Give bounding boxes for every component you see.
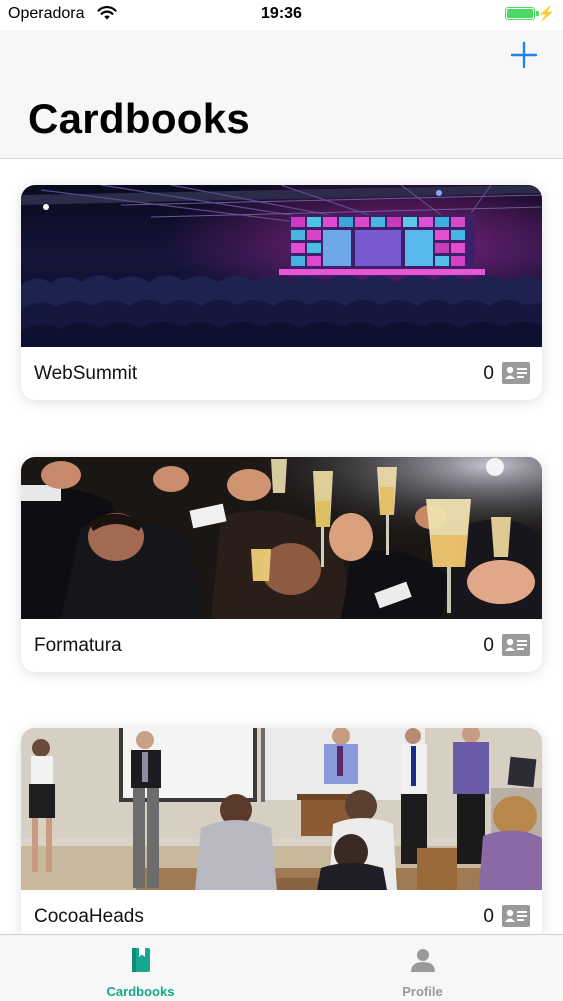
status-bar: Operadora 19:36 ⚡ [0, 0, 563, 30]
tab-label: Profile [402, 984, 443, 999]
charging-icon: ⚡ [537, 5, 555, 21]
card-count: 0 [483, 363, 494, 384]
plus-icon [510, 41, 538, 69]
cardbook-list[interactable]: WebSummit 0 Formatura 0 CocoaHeads 0 [0, 159, 563, 934]
card-footer: WebSummit 0 [21, 347, 542, 400]
person-icon [410, 949, 435, 972]
cardbook-card-websummit[interactable]: WebSummit 0 [21, 185, 542, 400]
tab-profile[interactable]: Profile [282, 935, 563, 1001]
cardbook-name: Formatura [34, 635, 122, 656]
contact-card-icon [502, 634, 530, 656]
navigation-header: Cardbooks [0, 30, 563, 159]
book-icon [131, 948, 150, 972]
battery-icon [505, 7, 535, 20]
conference-hall-photo [21, 185, 542, 347]
card-count: 0 [483, 635, 494, 656]
cardbook-card-cocoaheads[interactable]: CocoaHeads 0 [21, 728, 542, 934]
card-count: 0 [483, 906, 494, 927]
card-footer: CocoaHeads 0 [21, 890, 542, 934]
tab-label: Cardbooks [106, 984, 175, 999]
add-cardbook-button[interactable] [509, 40, 539, 70]
cardbook-name: CocoaHeads [34, 906, 144, 927]
meetup-classroom-photo [21, 728, 542, 890]
cardbook-name: WebSummit [34, 363, 138, 384]
cardbook-card-formatura[interactable]: Formatura 0 [21, 457, 542, 672]
contact-card-icon [502, 905, 530, 927]
status-time: 19:36 [261, 5, 302, 22]
contact-card-icon [502, 362, 530, 384]
tab-bar: Cardbooks Profile [0, 934, 563, 1001]
tab-cardbooks[interactable]: Cardbooks [0, 935, 281, 1001]
card-footer: Formatura 0 [21, 619, 542, 672]
champagne-toast-photo [21, 457, 542, 619]
page-title: Cardbooks [28, 95, 251, 142]
